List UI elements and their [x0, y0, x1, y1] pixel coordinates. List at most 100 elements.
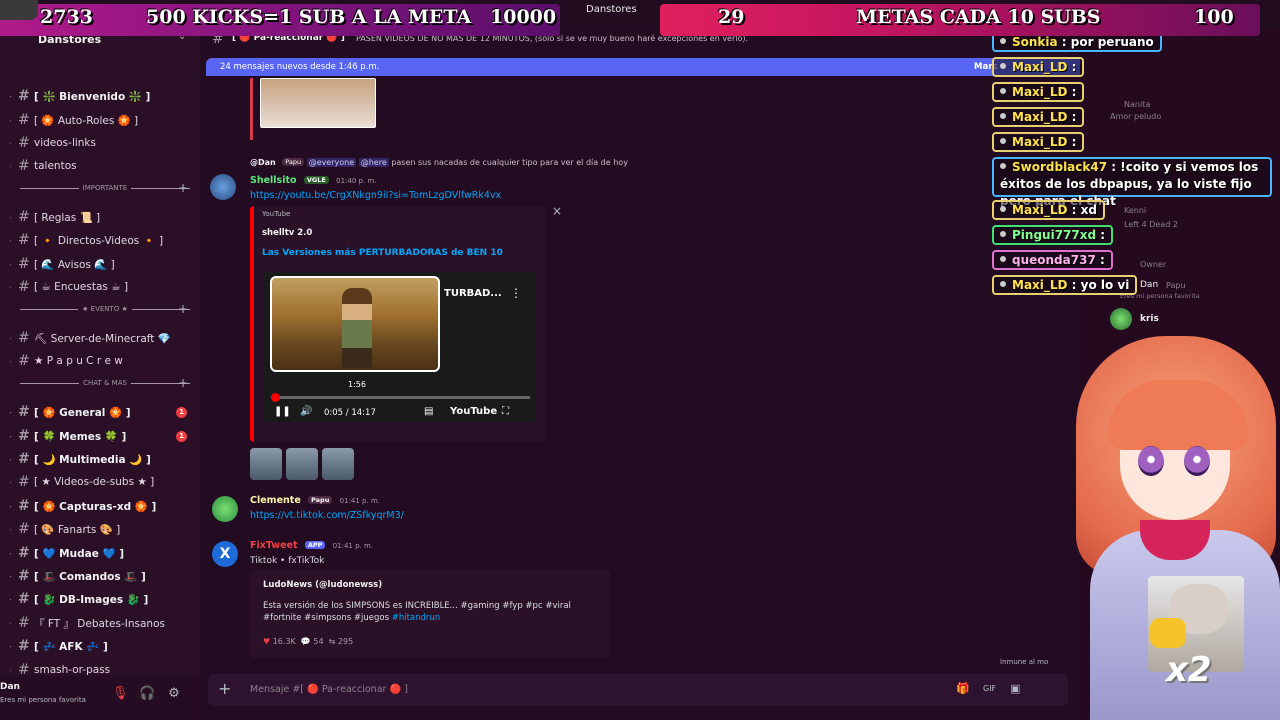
- new-messages-bar[interactable]: 24 mensajes nuevos desde 1:46 p.m. Marc: [206, 58, 1086, 76]
- message-link[interactable]: https://vt.tiktok.com/ZSfkyqrM3/: [250, 510, 404, 521]
- sidebar-channel[interactable]: › # [ 🌙 Multimedia 🌙 ]: [10, 448, 195, 470]
- avatar[interactable]: [1110, 308, 1132, 330]
- sidebar-channel[interactable]: › # [ 🔸 Directos-Videos 🔸 ]: [10, 229, 195, 251]
- sidebar-channel[interactable]: › # 『 FT 』 Debates-Insanos: [10, 612, 195, 634]
- message-composer[interactable]: + Mensaje #[ 🔴 Pa-reaccionar 🔴 ] 🎁 GIF ▣: [208, 674, 1068, 706]
- fullscreen-icon[interactable]: ⛶: [502, 406, 509, 417]
- sidebar-channel[interactable]: › # [ ❇️ Bienvenido ❇️ ]: [10, 85, 195, 107]
- category-importante[interactable]: IMPORTANTE +: [20, 181, 190, 195]
- embed-hashtag[interactable]: #hitandrun: [392, 613, 440, 623]
- sidebar-channel[interactable]: › # talentos: [10, 155, 195, 177]
- add-channel-icon[interactable]: +: [178, 302, 188, 316]
- sidebar-channel[interactable]: › # [ ★ Videos-de-subs ★ ]: [10, 471, 195, 493]
- mention-here[interactable]: @here: [358, 158, 389, 167]
- sidebar-channel[interactable]: › # [ 🐉 DB-Images 🐉 ]: [10, 588, 195, 610]
- add-channel-icon[interactable]: +: [178, 181, 188, 195]
- chatter-name: Maxi_LD: [1012, 203, 1068, 217]
- gear-icon[interactable]: ⚙: [166, 686, 182, 702]
- scrubber-handle[interactable]: [271, 393, 280, 402]
- platform-icon: [1000, 113, 1006, 119]
- sticker-image[interactable]: [286, 448, 318, 480]
- unread-badge: 1: [176, 406, 187, 418]
- avatar[interactable]: [210, 174, 236, 200]
- embed-provider[interactable]: YouTube: [262, 210, 290, 218]
- add-attachment-icon[interactable]: +: [218, 679, 231, 698]
- captions-icon[interactable]: ▤: [424, 406, 433, 417]
- member-name[interactable]: kris: [1140, 314, 1159, 324]
- message-link[interactable]: https://youtu.be/CrgXNkgn9iI?si=TomLzgDV…: [250, 190, 501, 201]
- more-options-icon[interactable]: ⋮: [510, 286, 522, 300]
- member-name[interactable]: Nanita: [1124, 100, 1150, 109]
- pause-icon[interactable]: ❚❚: [274, 406, 291, 417]
- sidebar-channel[interactable]: › # [ ☕ Encuestas ☕ ]: [10, 276, 195, 298]
- reply-tag: Papu: [282, 158, 305, 166]
- role-tag: VGLE: [303, 176, 329, 184]
- sidebar-channel[interactable]: › # [ 💙 Mudae 💙 ]: [10, 542, 195, 564]
- close-icon[interactable]: ×: [552, 204, 562, 218]
- embed-title[interactable]: Las Versiones más PERTURBADORAS de BEN 1…: [262, 248, 503, 258]
- message-author[interactable]: Clemente: [250, 495, 301, 506]
- chevron-right-icon: ›: [10, 666, 11, 675]
- gift-icon[interactable]: 🎁: [956, 682, 970, 695]
- channel-label: [ 💙 Mudae 💙 ]: [34, 547, 125, 560]
- likes-count: 16.3K: [272, 637, 296, 646]
- headphones-icon[interactable]: 🎧: [139, 686, 155, 702]
- category-evento[interactable]: ★ EVENTO ★ +: [20, 302, 191, 316]
- sidebar-channel[interactable]: › # [ 🍀 Memes 🍀 ] 1: [10, 425, 195, 447]
- message-author[interactable]: Shellsito: [250, 175, 297, 186]
- sticker-image[interactable]: [322, 448, 354, 480]
- chat-text: xd: [1080, 203, 1097, 217]
- timestamp: 01:40 p. m.: [336, 177, 377, 185]
- sidebar-channel[interactable]: › # ★ P a p u C r e w: [10, 350, 195, 372]
- embed-author[interactable]: LudoNews (@ludonewss): [263, 580, 382, 590]
- stream-chat-message: Maxi_LD :: [992, 132, 1085, 152]
- channel-label: [ 🎨 Fanarts 🎨 ]: [34, 523, 121, 536]
- chatter-name: Pingui777xd: [1012, 228, 1097, 242]
- chevron-right-icon: ›: [10, 236, 11, 245]
- hash-icon: #: [18, 279, 30, 295]
- gif-icon[interactable]: GIF: [983, 684, 996, 693]
- heart-icon: ♥: [263, 637, 271, 646]
- sidebar-channel[interactable]: › # videos-links: [10, 132, 195, 154]
- sidebar-channel[interactable]: › # [ 🎨 Fanarts 🎨 ]: [10, 518, 195, 540]
- chevron-right-icon: ›: [10, 642, 11, 651]
- sidebar-channel[interactable]: › # [ 🏵️ General 🏵️ ] 1: [10, 401, 195, 423]
- sidebar-channel[interactable]: › # [ 🏵️ Capturas-xd 🏵️ ]: [10, 495, 195, 517]
- sidebar-channel[interactable]: › # [ 💤 AFK 💤 ]: [10, 635, 195, 657]
- progress-bar[interactable]: [274, 396, 530, 399]
- reply-preview[interactable]: @Dan Papu @everyone @here pasen sus naca…: [250, 158, 628, 167]
- sidebar-channel[interactable]: › # ⛏ Server-de-Minecraft 💎: [10, 327, 195, 349]
- member-status: Amor peludo: [1110, 112, 1162, 121]
- video-player[interactable]: TURBAD... ⋮ 1:56 ❚❚ 🔊 0:05 / 14:17 ▤ You…: [264, 272, 536, 422]
- stream-chat-message: Swordblack47 : !coito y si vemos los éxi…: [992, 157, 1272, 208]
- member-tag: Papu: [1166, 281, 1186, 290]
- chevron-right-icon: ›: [10, 502, 11, 511]
- sticker-icon[interactable]: ▣: [1010, 682, 1020, 695]
- sidebar-channel[interactable]: › # [ 🏵️ Auto-Roles 🏵️ ]: [10, 109, 195, 131]
- chat-area: # [ 🔴 Pa-reaccionar 🔴 ] PASEN VIDEOS DE …: [200, 28, 1086, 720]
- platform-icon: [1000, 206, 1006, 212]
- platform-icon: [1000, 88, 1006, 94]
- message-author[interactable]: FixTweet: [250, 540, 298, 551]
- youtube-logo[interactable]: YouTube: [450, 406, 497, 417]
- channel-label: [ ★ Videos-de-subs ★ ]: [34, 476, 155, 488]
- video-thumbnail[interactable]: [270, 276, 440, 372]
- avatar[interactable]: [212, 496, 238, 522]
- mic-muted-icon[interactable]: 🎙: [112, 686, 129, 702]
- sidebar-channel[interactable]: › # [ 🌊 Avisos 🌊 ]: [10, 253, 195, 275]
- mention-everyone[interactable]: @everyone: [306, 158, 357, 167]
- embed-author[interactable]: shelltv 2.0: [262, 228, 312, 238]
- sidebar-channel[interactable]: › # [ 🎩 Comandos 🎩 ]: [10, 565, 195, 587]
- message-input-placeholder[interactable]: Mensaje #[ 🔴 Pa-reaccionar 🔴 ]: [250, 684, 408, 695]
- sticker-image[interactable]: [250, 448, 282, 480]
- sidebar-channel[interactable]: › # [ Reglas 📜 ]: [10, 206, 195, 228]
- member-name[interactable]: Dan: [1140, 280, 1158, 290]
- user-name[interactable]: Dan: [0, 682, 20, 692]
- member-name[interactable]: Kenni: [1124, 206, 1146, 215]
- volume-icon[interactable]: 🔊: [300, 406, 312, 417]
- member-status: Inmune al mo: [1000, 658, 1049, 666]
- add-channel-icon[interactable]: +: [178, 376, 188, 390]
- category-chat[interactable]: CHAT & MAS +: [20, 376, 191, 390]
- x-logo-icon[interactable]: X: [212, 541, 238, 567]
- attached-image[interactable]: [260, 78, 376, 128]
